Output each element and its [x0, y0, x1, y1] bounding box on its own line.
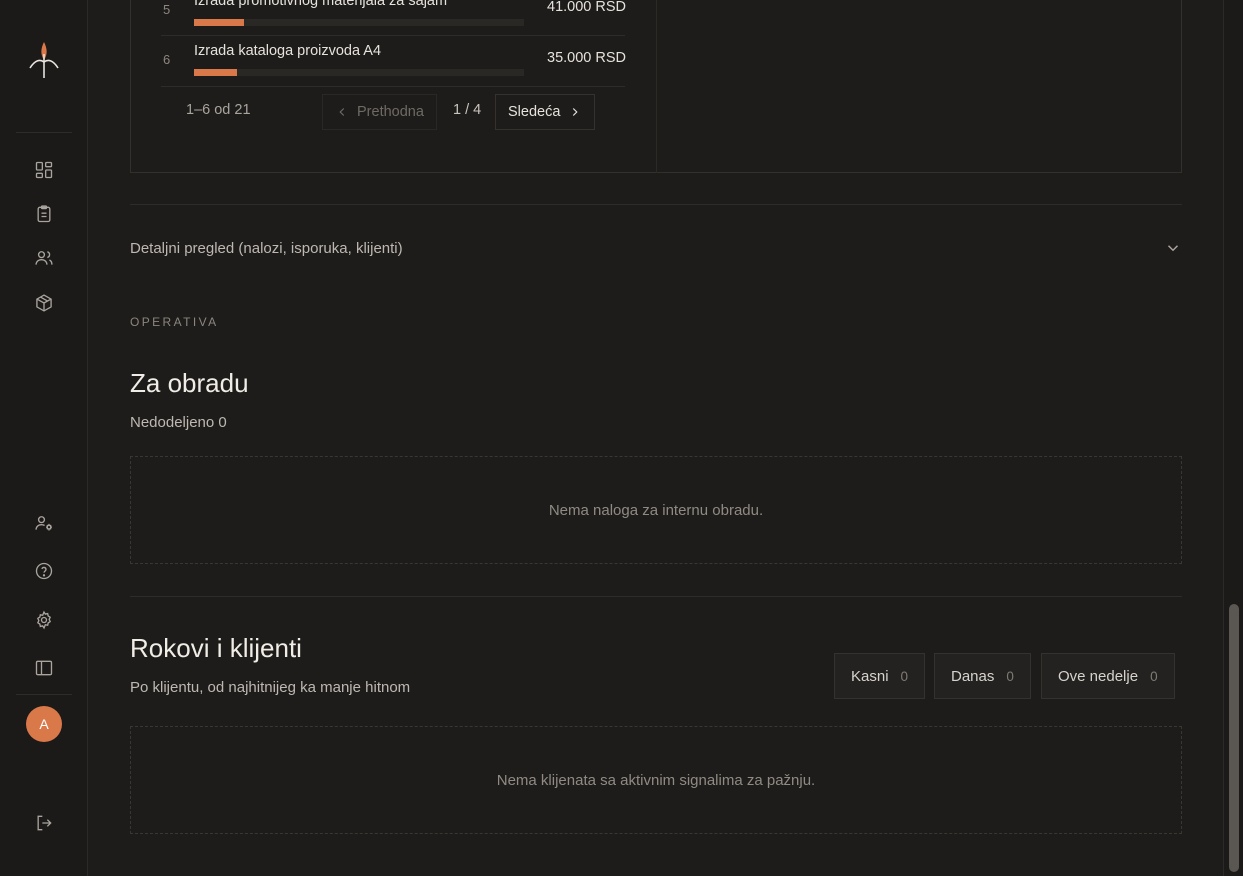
sidebar: A: [0, 0, 88, 876]
queue-empty-state: Nema naloga za internu obradu.: [130, 456, 1182, 564]
scrollbar[interactable]: [1223, 0, 1243, 876]
avatar[interactable]: A: [26, 706, 62, 742]
next-page-button[interactable]: Sledeća: [495, 94, 596, 130]
previous-page-label: Prethodna: [357, 104, 424, 120]
sidebar-divider: [16, 132, 72, 133]
queue-subtitle: Nedodeljeno 0: [130, 414, 227, 431]
section-eyebrow: OPERATIVA: [130, 315, 219, 329]
deadlines-subtitle: Po klijentu, od najhitnijeg ka manje hit…: [130, 679, 411, 696]
progress-bar-fill: [194, 69, 237, 76]
chevron-left-icon: [339, 108, 345, 116]
deadlines-title: Rokovi i klijenti: [130, 633, 302, 663]
queue-empty-message: Nema naloga za internu obradu.: [548, 501, 764, 519]
logo-icon[interactable]: [27, 40, 61, 80]
pagination-count: 1–6 od 21: [186, 102, 251, 118]
card-divider: [656, 0, 657, 173]
list-item[interactable]: 5 Izrada promotivnog materijala za sajam…: [161, 0, 626, 44]
section-divider: [130, 204, 1182, 205]
deadlines-empty-state: Nema klijenata sa aktivnim signalima za …: [130, 726, 1182, 834]
filter-this-week-button[interactable]: Ove nedelje 0: [1041, 653, 1175, 699]
sidebar-toggle-icon[interactable]: [30, 654, 58, 682]
filter-count: 0: [1150, 668, 1158, 684]
help-icon[interactable]: [30, 557, 58, 585]
users-icon[interactable]: [30, 244, 58, 272]
user-settings-icon[interactable]: [30, 509, 58, 537]
sidebar-divider: [16, 694, 72, 695]
chevron-right-icon: [573, 108, 578, 116]
next-page-label: Sledeća: [508, 104, 561, 120]
chevron-down-icon: [1167, 245, 1179, 252]
queue-title: Za obradu: [130, 368, 249, 398]
service-name: Izrada kataloga proizvoda A4: [194, 43, 382, 59]
service-amount: 41.000 RSD: [547, 0, 626, 15]
service-name: Izrada promotivnog materijala za sajam: [194, 0, 448, 9]
clipboard-icon[interactable]: [30, 200, 58, 228]
progress-bar-fill: [194, 19, 244, 26]
previous-page-button[interactable]: Prethodna: [322, 94, 437, 130]
row-divider: [161, 86, 625, 87]
logout-icon[interactable]: [30, 809, 58, 837]
filter-count: 0: [1006, 668, 1014, 684]
filter-today-button[interactable]: Danas 0: [934, 653, 1031, 699]
main-content: 5 Izrada promotivnog materijala za sajam…: [89, 0, 1223, 876]
service-amount: 35.000 RSD: [547, 50, 626, 66]
filter-label: Ove nedelje: [1058, 667, 1139, 685]
scrollbar-thumb[interactable]: [1229, 604, 1239, 872]
progress-bar: [194, 19, 524, 26]
rank-number: 5: [163, 2, 171, 17]
filter-late-button[interactable]: Kasni 0: [834, 653, 926, 699]
pagination-page: 1 / 4: [453, 102, 482, 118]
settings-icon[interactable]: [30, 606, 58, 634]
row-divider: [161, 35, 625, 36]
filter-label: Kasni: [851, 667, 889, 685]
package-icon[interactable]: [30, 289, 58, 317]
rank-number: 6: [163, 52, 171, 67]
dashboard-icon[interactable]: [30, 156, 58, 184]
deadlines-empty-message: Nema klijenata sa aktivnim signalima za …: [496, 771, 816, 789]
detail-overview-accordion[interactable]: Detaljni pregled (nalozi, isporuka, klij…: [130, 228, 1182, 268]
top-services-card: 5 Izrada promotivnog materijala za sajam…: [130, 0, 1182, 173]
accordion-label: Detaljni pregled (nalozi, isporuka, klij…: [130, 239, 403, 257]
filter-count: 0: [900, 668, 909, 684]
filter-label: Danas: [951, 667, 995, 685]
section-divider: [130, 596, 1182, 597]
progress-bar: [194, 69, 524, 76]
